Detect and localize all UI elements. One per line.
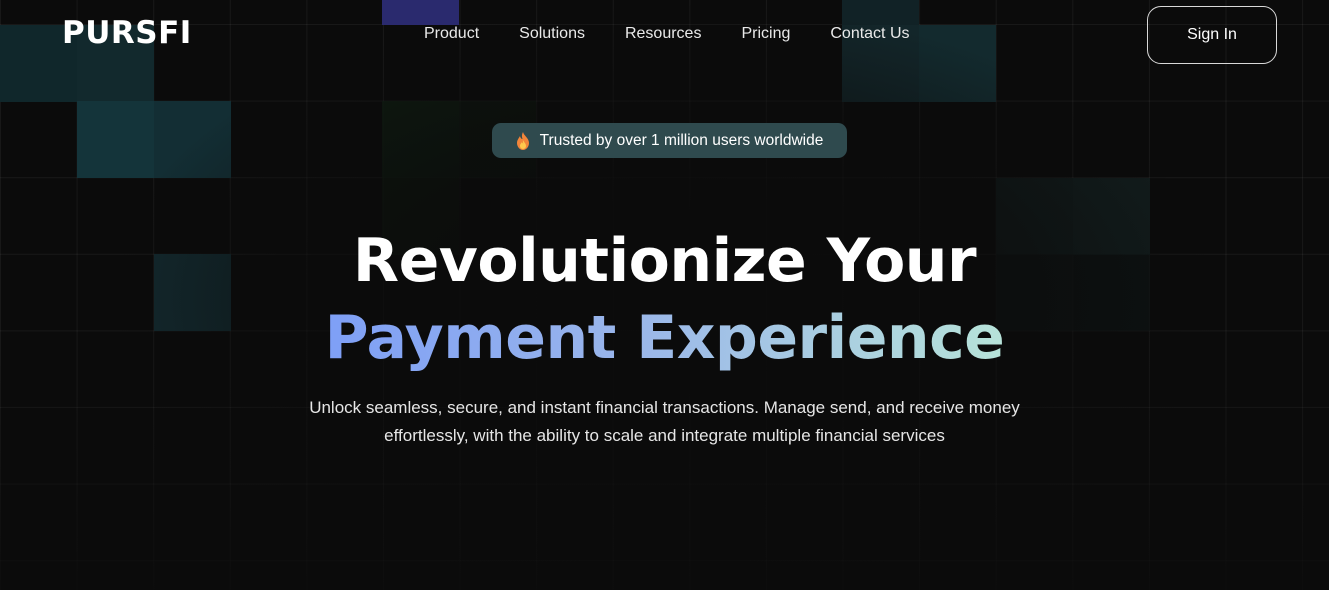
nav-pricing[interactable]: Pricing — [741, 24, 790, 44]
nav-resources[interactable]: Resources — [625, 24, 701, 44]
landing-page: PURSFI Product Solutions Resources Prici… — [0, 0, 1329, 590]
badge-text: Trusted by over 1 million users worldwid… — [539, 131, 824, 149]
hero-subtitle: Unlock seamless, secure, and instant fin… — [309, 398, 1020, 445]
nav-product[interactable]: Product — [424, 24, 479, 44]
fire-icon — [516, 131, 529, 150]
trust-badge: Trusted by over 1 million users worldwid… — [492, 123, 847, 158]
hero-title-line2: Payment Experience — [324, 303, 1005, 373]
nav-contact-us[interactable]: Contact Us — [830, 24, 909, 44]
sign-in-button[interactable]: Sign In — [1147, 6, 1277, 64]
brand-logo[interactable]: PURSFI — [62, 15, 192, 51]
main-nav: Product Solutions Resources Pricing Cont… — [424, 24, 910, 44]
hero-title-line1: Revolutionize Your — [352, 226, 977, 296]
nav-solutions[interactable]: Solutions — [519, 24, 585, 44]
hero-title-line2-wrapper: Payment Experience — [0, 302, 1329, 374]
